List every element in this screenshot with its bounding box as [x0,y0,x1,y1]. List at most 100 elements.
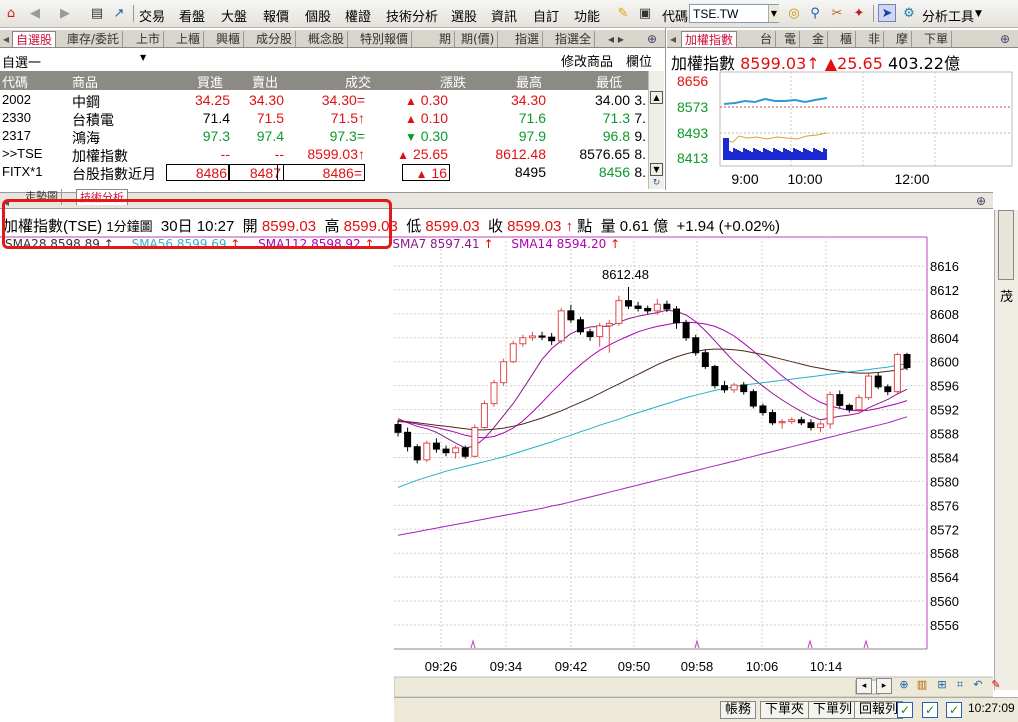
analysis-tools-chevron-icon[interactable]: ▼ [975,9,982,19]
mini-tab-left-icon[interactable]: ◂ [667,31,679,47]
low-label: 低 [406,218,422,235]
tab-concept[interactable]: 概念股 [305,31,349,47]
report-bar-button[interactable]: 回報列 [854,701,904,719]
order-folder-button[interactable]: 下單夾 [760,701,810,719]
print-icon[interactable]: ▤ [88,4,106,22]
menu-stock[interactable]: 個股 [305,6,331,25]
menu-trade[interactable]: 交易 [139,6,165,25]
cursor-icon[interactable]: ➤ [878,4,896,22]
tools-small-icon[interactable]: ✎ [988,678,1004,694]
tab-listed[interactable]: 上市 [133,31,165,47]
tab-index-options[interactable]: 指選 [512,31,544,47]
mini-tab-electronic[interactable]: 電 [781,31,801,47]
tab-scroll-right-icon[interactable]: ◂ ▸ [605,31,627,47]
menu-info[interactable]: 資訊 [491,6,517,25]
mini-tab-non[interactable]: 非 [865,31,885,47]
quote-row[interactable]: 2330 台積電 71.4 71.5 71.5↑ ▲ 0.10 71.6 71.3 7. [0,110,648,128]
mini-tab-order[interactable]: 下單 [921,31,953,47]
tab-emerging[interactable]: 興櫃 [213,31,245,47]
menu-watch[interactable]: 看盤 [179,6,205,25]
tag-icon[interactable]: ✦ [850,4,868,22]
forward-icon[interactable]: ▶ [56,4,74,22]
tools-icon[interactable]: ✂ [828,4,846,22]
quote-row[interactable]: 2317 鴻海 97.3 97.4 97.3= ▼ 0.30 97.9 96.8 9. [0,128,648,146]
tab-special-quote[interactable]: 特別報價 [357,31,413,47]
analysis-tools-icon[interactable]: ⚙ [900,4,918,22]
tab-watchlist[interactable]: 自選股 [12,31,57,47]
check-icon[interactable]: ✓ [897,702,913,718]
col-name[interactable]: 商品 [72,72,98,91]
col-ask[interactable]: 賣出 [252,72,278,91]
menu-market[interactable]: 大盤 [221,6,247,25]
account-button[interactable]: 帳務 [720,701,757,719]
tab-index-options-all[interactable]: 指選全 [552,31,596,47]
cell-last: 71.5↑ [330,110,365,126]
fit-icon[interactable]: ⊞ [934,678,950,694]
quote-row[interactable]: 2002 中鋼 34.25 34.30 34.30= ▲ 0.30 34.30 34.00 3. [0,92,648,110]
mini-tab-tw[interactable]: 台 [757,31,777,47]
tab-scroll-left-icon[interactable]: ◂ [0,31,12,47]
side-scrollbar[interactable] [998,210,1014,280]
analysis-tools-menu[interactable]: 分析工具 [922,6,974,25]
cell-ask: 8487 [228,164,284,181]
refresh-icon[interactable]: ↻ [650,178,663,189]
pencil-icon[interactable]: ✎ [614,4,632,22]
crosshair-icon[interactable]: ⌗ [952,678,968,694]
chart-type-icon[interactable]: ▥ [914,678,930,694]
menu-screener[interactable]: 選股 [451,6,477,25]
mini-tab-otc[interactable]: 櫃 [837,31,857,47]
scroll-down-icon[interactable]: ▼ [650,163,663,176]
chart-nav-left-icon[interactable]: ◂ [856,678,872,694]
quote-row[interactable]: >>TSE 加權指數 -- -- 8599.03↑ ▲ 25.65 8612.48 8576.… [0,146,648,164]
watchlist-select[interactable]: 自選一 [2,52,41,71]
col-bid[interactable]: 買進 [197,72,223,91]
quote-row[interactable]: FITX*1 台股指數近月 8486 8487 8486= ▲ 16 8495 8456 8. [0,164,648,182]
undo-icon[interactable]: ↶ [970,678,986,694]
mini-tab-msci[interactable]: 摩 [893,31,913,47]
tab-components[interactable]: 成分股 [253,31,297,47]
mini-tabs: ◂ 加權指數 台 電 金 櫃 非 摩 下單 ⊕ [667,30,1018,48]
note-icon[interactable]: ▣ [636,4,654,22]
tab-inventory[interactable]: 庫存/委託 [64,31,124,47]
binoculars-icon[interactable]: ◎ [785,4,803,22]
home-icon[interactable]: ⌂ [2,4,20,22]
col-code[interactable]: 代碼 [2,72,28,91]
popout-icon[interactable]: ↗ [110,4,128,22]
chart-nav-right-icon[interactable]: ▸ [876,678,892,694]
cell-bid: 34.25 [194,92,230,108]
quote-scrollbar[interactable]: ▲ ▼ ↻ [648,71,664,189]
back-icon[interactable]: ◀ [26,4,44,22]
menu-function[interactable]: 功能 [574,6,600,25]
mini-tab-finance[interactable]: 金 [809,31,829,47]
col-low[interactable]: 最低 [596,72,622,91]
order-bar-button[interactable]: 下單列 [808,701,858,719]
zoom-quote-icon[interactable]: ⊕ [644,31,660,47]
menu-technical[interactable]: 技術分析 [386,6,438,25]
col-change[interactable]: 漲跌 [440,72,466,91]
menu-custom[interactable]: 自訂 [533,6,559,25]
col-high[interactable]: 最高 [516,72,542,91]
menu-warrant[interactable]: 權證 [345,6,371,25]
col-last[interactable]: 成交 [345,72,371,91]
check-icon[interactable]: ✓ [946,702,962,718]
modify-symbols-button[interactable]: 修改商品 [561,51,613,70]
y-tick-label: 8580 [930,474,959,489]
tab-futures-price[interactable]: 期(價) [458,31,499,47]
chevron-down-icon[interactable]: ▼ [768,5,779,22]
change-direction-icon: ▲ [404,112,417,126]
symbol-input[interactable] [689,4,779,23]
menu-quote[interactable]: 報價 [263,6,289,25]
search-icon[interactable]: ⚲ [806,4,824,22]
zoom-mini-icon[interactable]: ⊕ [997,31,1013,47]
cell-last: 8486= [277,164,365,181]
tab-otc[interactable]: 上櫃 [173,31,205,47]
scroll-up-icon[interactable]: ▲ [650,91,663,104]
watchlist-chevron-down-icon[interactable]: ▼ [140,53,146,62]
tab-futures[interactable]: 期 [436,31,456,47]
mini-tab-index[interactable]: 加權指數 [681,31,738,47]
zoom-chart-icon[interactable]: ⊕ [973,193,989,209]
check-icon[interactable]: ✓ [922,702,938,718]
fields-button[interactable]: 欄位 [626,51,652,70]
zoom-in-icon[interactable]: ⊕ [896,678,912,694]
side-strip-label: 茂 [1000,290,1014,305]
